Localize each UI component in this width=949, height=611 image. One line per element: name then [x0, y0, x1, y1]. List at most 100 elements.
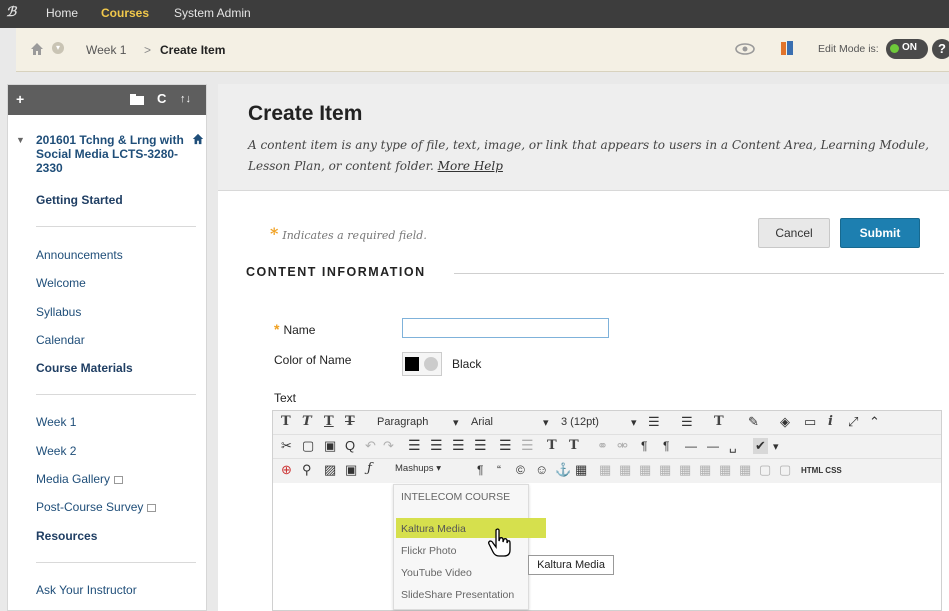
paste-icon[interactable]: ▣ — [324, 438, 336, 454]
table-border-icon[interactable]: ▢ — [779, 462, 791, 478]
chevron-down-icon[interactable]: ▾ — [631, 416, 637, 429]
menu-item-youtube-video[interactable]: YouTube Video — [401, 567, 472, 579]
chevron-down-icon[interactable]: ▾ — [52, 42, 64, 54]
insert-media-icon[interactable]: ▣ — [345, 462, 357, 478]
font-size-select[interactable]: 3 (12pt) — [561, 416, 599, 428]
undo-icon[interactable]: ↶ — [365, 438, 376, 454]
text-color-icon[interactable]: T — [714, 414, 724, 429]
align-right-icon[interactable]: ☰ — [452, 437, 465, 454]
anchor-icon[interactable]: ⚓ — [555, 462, 571, 478]
help-button[interactable]: ? — [932, 39, 949, 59]
chevron-down-icon[interactable]: ▾ — [453, 416, 459, 429]
menu-item-kaltura-media[interactable]: Kaltura Media — [401, 523, 466, 535]
table-icon[interactable]: ▦ — [575, 462, 587, 478]
sidebar-item-resources[interactable]: Resources — [36, 529, 97, 543]
edit-mode-toggle[interactable]: ON — [886, 39, 928, 59]
refresh-icon[interactable]: C — [157, 91, 166, 106]
copy-icon[interactable]: ▢ — [302, 438, 314, 454]
numbered-list-icon[interactable]: ☰ — [681, 414, 693, 430]
sidebar-item-ask-your-instructor[interactable]: Ask Your Instructor — [36, 583, 137, 597]
text-editor[interactable]: T T T T Paragraph ▾ Arial ▾ 3 (12pt) ▾ ☰… — [272, 410, 942, 611]
more-help-link[interactable]: More Help — [438, 159, 503, 173]
outdent-icon[interactable]: ☰ — [521, 437, 534, 454]
html-css-button[interactable]: HTML CSS — [801, 466, 842, 475]
table-props-icon[interactable]: ▦ — [719, 462, 731, 478]
sort-icon[interactable]: ↑↓ — [180, 93, 191, 105]
sidebar-item-calendar[interactable]: Calendar — [36, 333, 85, 347]
add-menu-item-button[interactable]: + — [16, 91, 24, 107]
justify-icon[interactable]: ☰ — [474, 437, 487, 454]
sidebar-item-post-course-survey[interactable]: Post-Course Survey — [36, 500, 157, 514]
submit-button[interactable]: Submit — [840, 218, 920, 248]
tab-system-admin[interactable]: System Admin — [174, 6, 251, 20]
blackboard-logo-icon[interactable]: ℬ — [6, 4, 24, 22]
course-content-icon[interactable] — [780, 40, 794, 56]
sidebar-item-welcome[interactable]: Welcome — [36, 276, 86, 290]
table-cell-icon[interactable]: ▦ — [639, 462, 651, 478]
fullscreen-icon[interactable]: ⤢ — [848, 414, 858, 430]
breadcrumb-week-1[interactable]: Week 1 — [86, 43, 126, 57]
table-col-icon[interactable]: ▦ — [619, 462, 631, 478]
nonbreaking-space-icon[interactable]: ␣ — [729, 439, 737, 453]
paragraph-icon[interactable]: ¶ — [477, 463, 483, 477]
italic-icon[interactable]: T — [302, 414, 312, 429]
table-split-icon[interactable]: ▦ — [679, 462, 691, 478]
subscript-icon[interactable]: T — [569, 438, 579, 453]
redo-icon[interactable]: ↷ — [383, 438, 394, 454]
underline-icon[interactable]: T — [324, 414, 334, 429]
name-input[interactable] — [402, 318, 609, 338]
attach-file-icon[interactable]: ⚲ — [302, 462, 312, 478]
separator-icon[interactable]: — — [707, 439, 719, 453]
indent-icon[interactable]: ☰ — [499, 437, 512, 454]
sidebar-item-week-1[interactable]: Week 1 — [36, 415, 76, 429]
table-row-icon[interactable]: ▦ — [599, 462, 611, 478]
sidebar-item-week-2[interactable]: Week 2 — [36, 444, 76, 458]
cancel-button[interactable]: Cancel — [758, 218, 830, 248]
rtl-icon[interactable]: ¶ — [663, 439, 669, 453]
preview-icon[interactable]: ▭ — [804, 414, 816, 430]
table-delete-icon[interactable]: ▦ — [699, 462, 711, 478]
superscript-icon[interactable]: T — [547, 438, 557, 453]
table-cell-props-icon[interactable]: ▢ — [759, 462, 771, 478]
unlink-icon[interactable]: ⚮ — [617, 438, 628, 454]
mashups-menu[interactable]: Mashups ▾ — [395, 463, 441, 474]
sidebar-item-syllabus[interactable]: Syllabus — [36, 305, 81, 319]
align-center-icon[interactable]: ☰ — [430, 437, 443, 454]
student-preview-icon[interactable] — [734, 41, 756, 57]
bold-icon[interactable]: T — [281, 414, 291, 429]
table-row-props-icon[interactable]: ▦ — [739, 462, 751, 478]
chevron-down-icon[interactable]: ▾ — [543, 416, 549, 429]
find-icon[interactable]: Q — [345, 438, 355, 453]
paragraph-select[interactable]: Paragraph — [377, 416, 428, 428]
chevron-down-icon[interactable]: ▾ — [773, 440, 779, 453]
horizontal-rule-icon[interactable]: — — [685, 439, 697, 453]
sidebar-item-getting-started[interactable]: Getting Started — [36, 193, 123, 207]
insert-image-icon[interactable]: ▨ — [324, 462, 336, 478]
course-name[interactable]: 201601 Tchng & Lrng with Social Media LC… — [36, 133, 196, 175]
ltr-icon[interactable]: ¶ — [641, 439, 647, 453]
table-merge-icon[interactable]: ▦ — [659, 462, 671, 478]
menu-item-flickr-photo[interactable]: Flickr Photo — [401, 545, 456, 557]
home-icon[interactable] — [30, 42, 44, 56]
sidebar-item-announcements[interactable]: Announcements — [36, 248, 123, 262]
align-left-icon[interactable]: ☰ — [408, 437, 421, 454]
menu-item-intelecom-course[interactable]: INTELECOM COURSE — [401, 491, 510, 503]
eraser-icon[interactable]: ◈ — [780, 414, 790, 430]
highlight-icon[interactable]: ✎ — [748, 414, 759, 430]
add-content-icon[interactable]: ⊕ — [281, 462, 292, 478]
collapse-toolbar-icon[interactable]: ⌃ — [869, 414, 880, 430]
spellcheck-icon[interactable]: ✔ — [753, 438, 768, 454]
font-select[interactable]: Arial — [471, 416, 493, 428]
color-picker[interactable] — [402, 352, 442, 376]
quote-icon[interactable]: “ — [497, 463, 501, 477]
link-icon[interactable]: ⚭ — [597, 438, 608, 454]
collapse-icon[interactable]: ▼ — [16, 135, 25, 145]
strikethrough-icon[interactable]: T — [345, 414, 355, 429]
folder-view-icon[interactable] — [130, 93, 144, 105]
cut-icon[interactable]: ✂ — [281, 438, 292, 454]
tab-home[interactable]: Home — [46, 6, 78, 20]
copyright-icon[interactable]: © — [516, 463, 525, 477]
menu-item-slideshare-presentation[interactable]: SlideShare Presentation — [401, 589, 514, 601]
emoticon-icon[interactable]: ☺ — [535, 462, 548, 477]
sidebar-item-course-materials[interactable]: Course Materials — [36, 361, 133, 375]
